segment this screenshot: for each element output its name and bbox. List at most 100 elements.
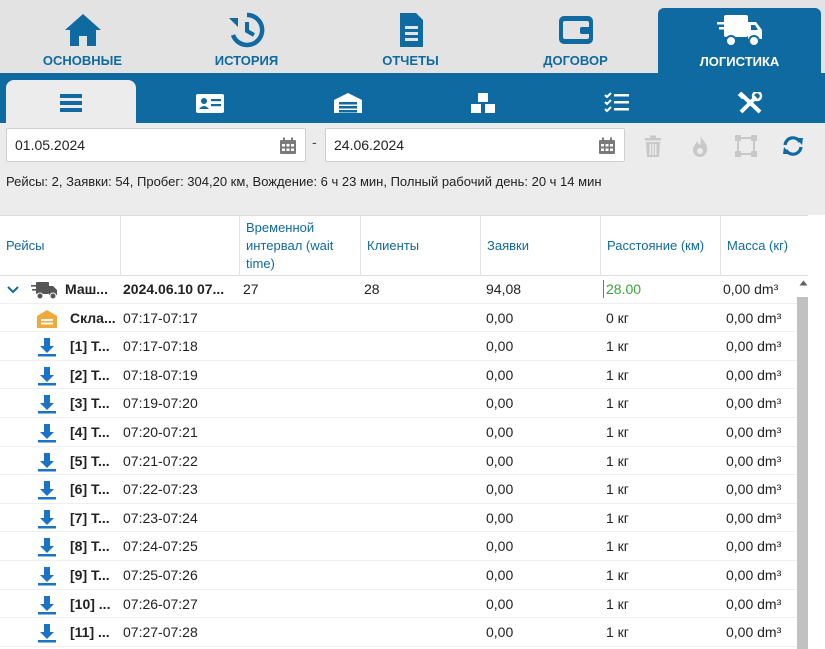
stop-orders: 0,00 — [486, 424, 514, 440]
stop-name: [6] T... — [70, 481, 110, 498]
stop-orders: 0,00 — [486, 452, 514, 469]
header-date[interactable] — [121, 216, 240, 275]
stop-mass: 0,00 dm³ — [726, 338, 782, 355]
table-row[interactable]: Скла... 07:17-07:17 0,00 0 кг 0,00 dm³ — [0, 304, 797, 333]
header-distance[interactable]: Расстояние (км) — [601, 216, 721, 275]
subtab-tasks[interactable] — [552, 80, 682, 123]
date-to-input[interactable] — [326, 129, 624, 161]
distance-bar — [603, 280, 604, 298]
calendar-icon[interactable] — [279, 137, 297, 155]
stop-distance: 1 кг — [606, 481, 629, 498]
stop-distance: 1 кг — [606, 567, 629, 583]
table-row[interactable]: [9] T... 07:25-07:26 0,00 1 кг 0,00 dm³ — [0, 561, 797, 590]
tab-reports[interactable]: ОТЧЕТЫ — [328, 0, 493, 73]
table-row[interactable]: [6] T... 07:22-07:23 0,00 1 кг 0,00 dm³ — [0, 475, 797, 504]
download-icon — [38, 395, 56, 414]
stop-orders: 0,00 — [486, 509, 514, 526]
tab-reports-label: ОТЧЕТЫ — [382, 53, 439, 68]
stop-distance: 1 кг — [606, 624, 629, 641]
table-row[interactable]: [5] T... 07:21-07:22 0,00 1 кг 0,00 dm³ — [0, 447, 797, 476]
tab-contract[interactable]: ДОГОВОР — [493, 0, 658, 73]
wallet-icon — [558, 16, 593, 44]
scroll-up-icon[interactable] — [799, 280, 808, 286]
trips-table: Рейсы Временной интервал (wait time) Кли… — [0, 215, 808, 649]
trip-date-text: 2024.06.10 07... — [123, 281, 225, 297]
download-icon — [38, 624, 56, 643]
trash-icon[interactable] — [641, 134, 665, 158]
tab-history-label: ИСТОРИЯ — [214, 53, 279, 68]
stop-name: [9] T... — [70, 567, 110, 583]
tools-icon — [737, 92, 763, 114]
warehouse-icon — [37, 309, 57, 328]
stop-name: [5] T... — [70, 452, 110, 469]
subtab-settings[interactable] — [686, 80, 816, 123]
stop-orders: 0,00 — [486, 567, 514, 583]
header-trips[interactable]: Рейсы — [0, 216, 121, 275]
trip-distance: 28.00 — [606, 281, 642, 297]
table-row[interactable]: [2] T... 07:18-07:19 0,00 1 кг 0,00 dm³ — [0, 361, 797, 390]
date-from-field[interactable] — [6, 128, 306, 162]
download-icon — [38, 338, 56, 357]
stop-mass: 0,00 dm³ — [726, 624, 782, 641]
stop-time: 07:25-07:26 — [123, 567, 198, 583]
stop-orders: 0,00 — [486, 309, 514, 326]
stop-time: 07:24-07:25 — [123, 538, 198, 555]
stop-time: 07:23-07:24 — [123, 509, 198, 526]
calendar-icon[interactable] — [598, 137, 616, 155]
table-header: Рейсы Временной интервал (wait time) Кли… — [0, 216, 808, 276]
table-row[interactable]: [1] T... 07:17-07:18 0,00 1 кг 0,00 dm³ — [0, 332, 797, 361]
subtab-warehouses[interactable] — [283, 80, 413, 123]
stop-mass: 0,00 dm³ — [726, 567, 782, 583]
top-nav: ОСНОВНЫЕ ИСТОРИЯ ОТЧЕТЫ ДОГОВОР ЛОГИСТИК… — [0, 0, 825, 73]
stop-distance: 1 кг — [606, 452, 629, 469]
refresh-icon[interactable] — [781, 134, 805, 158]
tab-main-label: ОСНОВНЫЕ — [42, 53, 123, 68]
table-row[interactable]: [3] T... 07:19-07:20 0,00 1 кг 0,00 dm³ — [0, 389, 797, 418]
trip-name: Маш... — [65, 281, 108, 297]
header-clients[interactable]: Клиенты — [361, 216, 481, 275]
tab-history[interactable]: ИСТОРИЯ — [165, 0, 328, 73]
fire-icon[interactable] — [688, 134, 712, 158]
table-row[interactable]: [11] ... 07:27-07:28 0,00 1 кг 0,00 dm³ — [0, 618, 797, 647]
stop-time: 07:26-07:27 — [123, 595, 198, 612]
date-to-field[interactable] — [325, 128, 625, 162]
trip-row[interactable]: Маш... 2024.06.10 07... 27 28 94,08 28.0… — [0, 275, 808, 304]
table-row[interactable]: [7] T... 07:23-07:24 0,00 1 кг 0,00 dm³ — [0, 504, 797, 533]
table-row[interactable]: [8] T... 07:24-07:25 0,00 1 кг 0,00 dm³ — [0, 532, 797, 561]
header-interval[interactable]: Временной интервал (wait time) — [240, 216, 361, 275]
download-icon — [38, 567, 56, 586]
table-row[interactable]: [10] ... 07:26-07:27 0,00 1 кг 0,00 dm³ — [0, 590, 797, 619]
header-orders[interactable]: Заявки — [481, 216, 601, 275]
subtab-drivers[interactable] — [145, 80, 275, 123]
boxes-icon — [471, 93, 495, 113]
subtab-cargo[interactable] — [418, 80, 548, 123]
checklist-icon — [604, 92, 629, 113]
stop-distance: 1 кг — [606, 538, 629, 555]
stop-mass: 0,00 dm³ — [726, 538, 782, 555]
table-row[interactable]: [4] T... 07:20-07:21 0,00 1 кг 0,00 dm³ — [0, 418, 797, 447]
tab-main[interactable]: ОСНОВНЫЕ — [0, 0, 165, 73]
truck-icon — [31, 282, 57, 300]
scrollbar-thumb[interactable] — [797, 297, 808, 649]
polygon-icon[interactable] — [734, 134, 758, 158]
stop-time: 07:27-07:28 — [123, 624, 198, 641]
download-icon — [38, 509, 56, 529]
stop-mass: 0,00 dm³ — [726, 395, 782, 412]
header-mass[interactable]: Масса (кг) — [721, 216, 808, 275]
chevron-down-icon[interactable] — [7, 285, 19, 295]
subtab-trips[interactable] — [6, 80, 136, 123]
tab-logistics[interactable]: ЛОГИСТИКА — [658, 8, 821, 73]
stop-orders: 0,00 — [486, 624, 514, 641]
trip-orders: 94,08 — [486, 281, 522, 297]
stop-time: 07:17-07:17 — [123, 309, 198, 326]
date-from-input[interactable] — [7, 129, 305, 161]
stop-distance: 1 кг — [606, 595, 629, 612]
stop-orders: 0,00 — [486, 538, 514, 555]
stop-mass: 0,00 dm³ — [726, 366, 782, 383]
download-icon — [38, 424, 56, 443]
stop-name: [11] ... — [70, 624, 110, 641]
stop-time: 07:20-07:21 — [123, 424, 198, 440]
home-icon — [64, 14, 101, 46]
stop-name: [8] T... — [70, 538, 110, 555]
stop-name: [10] ... — [70, 595, 111, 612]
